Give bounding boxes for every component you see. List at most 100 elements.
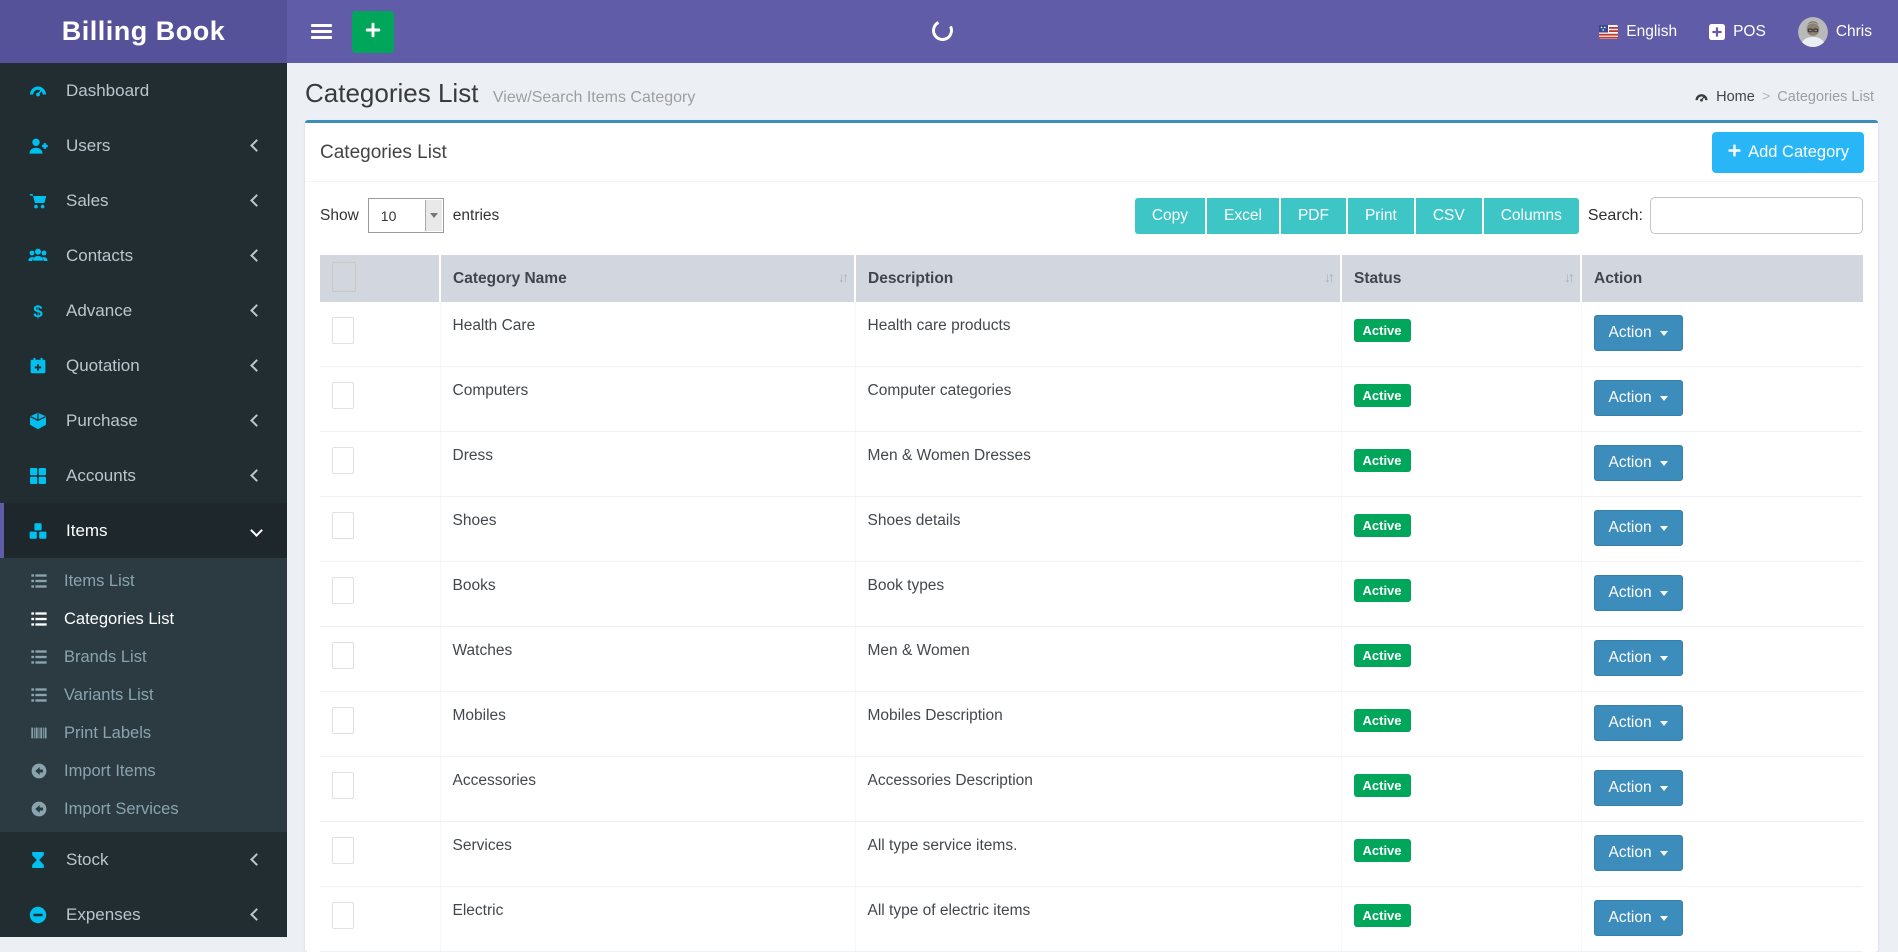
sidebar-subitem-brands-list[interactable]: Brands List bbox=[0, 638, 287, 676]
cell-category-name: Services bbox=[440, 822, 855, 887]
row-checkbox[interactable] bbox=[332, 577, 354, 604]
column-header-description[interactable]: Description↓↑ bbox=[855, 255, 1341, 302]
chevron-left-icon bbox=[250, 469, 263, 482]
sidebar-item-label: Expenses bbox=[66, 905, 141, 925]
list-icon bbox=[30, 686, 50, 704]
export-columns-button[interactable]: Columns bbox=[1484, 198, 1579, 234]
sidebar-subitem-label: Import Services bbox=[64, 800, 179, 819]
user-plus-icon bbox=[28, 136, 50, 156]
sidebar-subitem-label: Categories List bbox=[64, 610, 174, 629]
page-length-control: Show 10 entries bbox=[320, 198, 499, 233]
table-row: ServicesAll type service items.ActiveAct… bbox=[320, 822, 1863, 887]
action-dropdown-button[interactable]: Action bbox=[1594, 640, 1683, 676]
language-menu[interactable]: English bbox=[1599, 23, 1677, 41]
sidebar-item-label: Stock bbox=[66, 850, 109, 870]
row-checkbox[interactable] bbox=[332, 902, 354, 929]
minus-circle-icon bbox=[28, 905, 50, 925]
search-input[interactable] bbox=[1650, 197, 1863, 234]
action-label: Action bbox=[1609, 909, 1652, 927]
row-checkbox[interactable] bbox=[332, 512, 354, 539]
sidebar-item-purchase[interactable]: Purchase bbox=[0, 393, 287, 448]
user-menu[interactable]: Chris bbox=[1798, 17, 1872, 47]
sidebar-item-contacts[interactable]: Contacts bbox=[0, 228, 287, 283]
sidebar-item-dashboard[interactable]: Dashboard bbox=[0, 63, 287, 118]
column-header-status[interactable]: Status↓↑ bbox=[1341, 255, 1581, 302]
sidebar-item-users[interactable]: Users bbox=[0, 118, 287, 173]
column-header-category-name[interactable]: Category Name↓↑ bbox=[440, 255, 855, 302]
flag-icon bbox=[1599, 25, 1618, 39]
export-pdf-button[interactable]: PDF bbox=[1281, 198, 1348, 234]
action-dropdown-button[interactable]: Action bbox=[1594, 315, 1683, 351]
action-dropdown-button[interactable]: Action bbox=[1594, 835, 1683, 871]
export-button-group: CopyExcelPDFPrintCSVColumns bbox=[1135, 198, 1579, 234]
breadcrumb-home[interactable]: Home bbox=[1716, 89, 1755, 105]
sidebar-item-items[interactable]: Items bbox=[0, 503, 287, 558]
brand-logo[interactable]: Billing Book bbox=[0, 0, 287, 63]
sidebar-item-stock[interactable]: Stock bbox=[0, 832, 287, 887]
breadcrumb-current: Categories List bbox=[1777, 89, 1874, 105]
sidebar-item-quotation[interactable]: Quotation bbox=[0, 338, 287, 393]
sidebar-subitem-categories-list[interactable]: Categories List bbox=[0, 600, 287, 638]
action-dropdown-button[interactable]: Action bbox=[1594, 445, 1683, 481]
sidebar-subitem-print-labels[interactable]: Print Labels bbox=[0, 714, 287, 752]
chevron-down-icon bbox=[425, 200, 442, 231]
action-dropdown-button[interactable]: Action bbox=[1594, 380, 1683, 416]
cell-select bbox=[320, 302, 440, 367]
sort-icon[interactable]: ↓↑ bbox=[838, 269, 846, 285]
sidebar-subitem-import-services[interactable]: Import Services bbox=[0, 790, 287, 828]
sidebar-subitem-variants-list[interactable]: Variants List bbox=[0, 676, 287, 714]
export-csv-button[interactable]: CSV bbox=[1416, 198, 1484, 234]
brand-title: Billing Book bbox=[62, 16, 226, 47]
sidebar-toggle-icon[interactable] bbox=[301, 10, 342, 52]
row-checkbox[interactable] bbox=[332, 772, 354, 799]
sidebar-item-sales[interactable]: Sales bbox=[0, 173, 287, 228]
page-length-select[interactable]: 10 bbox=[368, 198, 444, 233]
table-row: DressMen & Women DressesActiveAction bbox=[320, 432, 1863, 497]
action-label: Action bbox=[1609, 324, 1652, 342]
hourglass-icon bbox=[28, 850, 50, 870]
add-category-button[interactable]: Add Category bbox=[1712, 132, 1864, 173]
action-dropdown-button[interactable]: Action bbox=[1594, 770, 1683, 806]
action-dropdown-button[interactable]: Action bbox=[1594, 510, 1683, 546]
cell-status: Active bbox=[1341, 432, 1581, 497]
select-all-checkbox[interactable] bbox=[332, 262, 356, 292]
status-badge: Active bbox=[1354, 904, 1411, 927]
row-checkbox[interactable] bbox=[332, 837, 354, 864]
action-dropdown-button[interactable]: Action bbox=[1594, 705, 1683, 741]
action-dropdown-button[interactable]: Action bbox=[1594, 575, 1683, 611]
sidebar-subitem-import-items[interactable]: Import Items bbox=[0, 752, 287, 790]
export-excel-button[interactable]: Excel bbox=[1207, 198, 1281, 234]
cell-status: Active bbox=[1341, 367, 1581, 432]
cell-action: Action bbox=[1581, 562, 1863, 627]
sidebar-item-accounts[interactable]: Accounts bbox=[0, 448, 287, 503]
row-checkbox[interactable] bbox=[332, 642, 354, 669]
breadcrumb: Home > Categories List bbox=[1694, 89, 1874, 105]
sidebar-subitem-items-list[interactable]: Items List bbox=[0, 562, 287, 600]
quick-add-button[interactable] bbox=[352, 11, 394, 53]
cell-select bbox=[320, 367, 440, 432]
cell-status: Active bbox=[1341, 497, 1581, 562]
row-checkbox[interactable] bbox=[332, 707, 354, 734]
cell-select bbox=[320, 757, 440, 822]
caret-down-icon bbox=[1660, 591, 1668, 596]
cell-description: Mobiles Description bbox=[855, 692, 1341, 757]
pos-button[interactable]: POS bbox=[1709, 23, 1766, 41]
export-copy-button[interactable]: Copy bbox=[1135, 198, 1207, 234]
table-controls: Show 10 entries CopyExcelPDFPrintCSVColu… bbox=[305, 182, 1878, 255]
sort-icon[interactable]: ↓↑ bbox=[1324, 269, 1332, 285]
table-row: AccessoriesAccessories DescriptionActive… bbox=[320, 757, 1863, 822]
caret-down-icon bbox=[1660, 331, 1668, 336]
row-checkbox[interactable] bbox=[332, 447, 354, 474]
sort-icon[interactable]: ↓↑ bbox=[1564, 269, 1572, 285]
sidebar-item-expenses[interactable]: Expenses bbox=[0, 887, 287, 942]
row-checkbox[interactable] bbox=[332, 317, 354, 344]
grid-icon bbox=[28, 466, 50, 486]
export-print-button[interactable]: Print bbox=[1348, 198, 1416, 234]
row-checkbox[interactable] bbox=[332, 382, 354, 409]
cell-category-name: Health Care bbox=[440, 302, 855, 367]
cell-status: Active bbox=[1341, 692, 1581, 757]
action-dropdown-button[interactable]: Action bbox=[1594, 900, 1683, 936]
calendar-plus-icon bbox=[28, 356, 50, 376]
sidebar: DashboardUsersSalesContacts$AdvanceQuota… bbox=[0, 63, 287, 937]
sidebar-item-advance[interactable]: $Advance bbox=[0, 283, 287, 338]
